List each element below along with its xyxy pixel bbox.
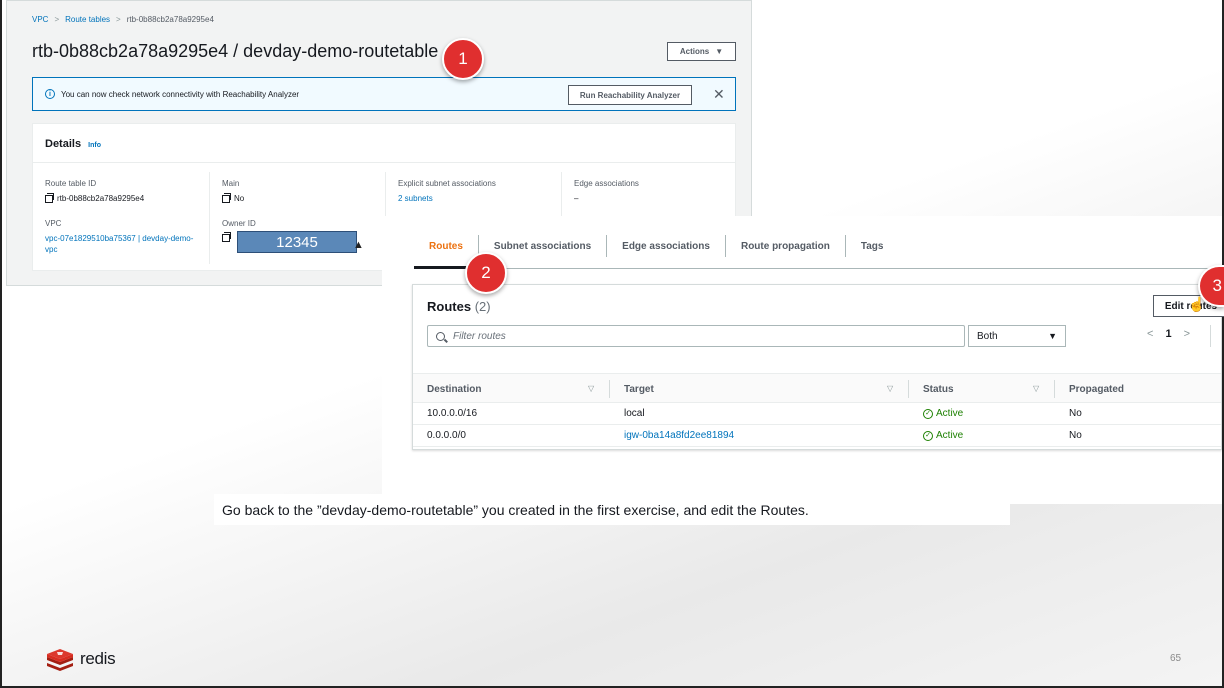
owner-id-label: Owner ID [222, 219, 256, 228]
tab-edge-associations[interactable]: Edge associations [607, 235, 726, 257]
slide-page-number: 65 [1170, 653, 1182, 664]
route-table-id-label: Route table ID [45, 179, 97, 188]
copy-icon[interactable] [222, 192, 231, 203]
banner-text: You can now check network connectivity w… [61, 89, 300, 99]
breadcrumb-route-tables[interactable]: Route tables [65, 15, 110, 24]
owner-id-redaction: 12345 [237, 231, 357, 253]
tab-routes[interactable]: Routes [414, 235, 479, 257]
actions-button[interactable]: Actions ▼ [667, 42, 736, 61]
details-header: Details Info [45, 138, 101, 150]
sort-icon[interactable]: ▽ [887, 384, 893, 393]
column-divider [908, 380, 909, 398]
check-circle-icon: ✓ [923, 430, 933, 441]
divider [33, 162, 735, 163]
filter-placeholder: Filter routes [453, 330, 506, 342]
tabs-underline [414, 268, 1222, 269]
vpc-link[interactable]: vpc-07e1829510ba75367 | devday-demo-vpc [45, 233, 195, 255]
close-icon[interactable]: ✕ [713, 86, 725, 102]
caret-down-icon: ▼ [715, 47, 724, 56]
cell-propagated: No [1069, 408, 1082, 419]
status-badge: ✓ Active [923, 430, 963, 441]
routes-count: (2) [474, 299, 491, 314]
filter-type-select[interactable]: Both ▼ [968, 325, 1066, 347]
info-icon: i [45, 89, 55, 99]
cell-propagated: No [1069, 430, 1082, 441]
routes-tab-screenshot: Routes Subnet associations Edge associat… [382, 216, 1224, 504]
sort-icon[interactable]: ▽ [588, 384, 594, 393]
route-table-id-value: rtb-0b88cb2a78a9295e4 [45, 192, 145, 203]
filter-type-value: Both [977, 330, 998, 342]
step-marker-1: 1 [442, 38, 484, 80]
routes-table-header: Destination ▽ Target ▽ Status ▽ Propagat… [413, 373, 1221, 403]
explicit-subnet-associations-label: Explicit subnet associations [398, 179, 496, 188]
filter-routes-input[interactable]: Filter routes [427, 325, 965, 347]
main-label: Main [222, 179, 240, 188]
pagination: < 1 > [1147, 328, 1190, 340]
step-marker-2: 2 [465, 252, 507, 294]
main-value-text: No [234, 194, 245, 203]
chevron-right-icon[interactable]: > [1184, 328, 1190, 340]
breadcrumb-current: rtb-0b88cb2a78a9295e4 [126, 15, 214, 24]
tab-subnet-associations[interactable]: Subnet associations [479, 235, 608, 257]
cell-target-link[interactable]: igw-0ba14a8fd2ee81894 [624, 430, 734, 441]
copy-icon[interactable] [45, 192, 54, 203]
column-divider [1054, 380, 1055, 398]
sort-icon[interactable]: ▽ [1033, 384, 1039, 393]
page-number-current[interactable]: 1 [1165, 328, 1171, 340]
breadcrumb: VPC > Route tables > rtb-0b88cb2a78a9295… [32, 15, 214, 24]
caret-down-icon: ▼ [1048, 331, 1057, 341]
cursor-icon: ▲ [353, 239, 364, 251]
explicit-subnet-associations-value[interactable]: 2 subnets [398, 193, 548, 204]
routes-title: Routes (2) [427, 299, 491, 314]
vpc-label: VPC [45, 219, 62, 228]
main-value: No [222, 192, 245, 203]
column-divider [209, 172, 210, 264]
tab-route-propagation[interactable]: Route propagation [726, 235, 846, 257]
tab-tags[interactable]: Tags [846, 235, 899, 257]
chevron-left-icon[interactable]: < [1147, 328, 1153, 340]
status-badge: ✓ Active [923, 408, 963, 419]
routes-title-text: Routes [427, 299, 472, 314]
edge-associations-label: Edge associations [574, 179, 639, 188]
details-title: Details [45, 138, 82, 150]
column-propagated[interactable]: Propagated [1069, 384, 1124, 395]
actions-label: Actions [679, 47, 710, 56]
cell-target: local [624, 408, 645, 419]
route-table-id-text: rtb-0b88cb2a78a9295e4 [57, 194, 145, 203]
status-text: Active [936, 408, 964, 419]
page-title: rtb-0b88cb2a78a9295e4 / devday-demo-rout… [32, 41, 439, 61]
info-banner: i You can now check network connectivity… [32, 77, 736, 111]
status-text: Active [936, 430, 964, 441]
edge-associations-value: – [574, 194, 579, 203]
copy-icon[interactable] [222, 232, 231, 242]
slide-caption: Go back to the ”devday-demo-routetable” … [214, 494, 1010, 525]
routes-panel: Routes (2) Edit routes Filter routes Bot… [412, 284, 1224, 450]
chevron-right-icon: > [54, 15, 60, 24]
table-row[interactable]: 10.0.0.0/16 local ✓ Active No [413, 403, 1221, 425]
breadcrumb-vpc[interactable]: VPC [32, 15, 48, 24]
column-target[interactable]: Target [624, 384, 654, 395]
chevron-right-icon: > [116, 15, 121, 24]
cell-destination: 0.0.0.0/0 [427, 430, 466, 441]
divider [1210, 325, 1211, 347]
search-icon [436, 331, 445, 341]
info-link[interactable]: Info [88, 142, 101, 149]
check-circle-icon: ✓ [923, 408, 933, 419]
column-divider [609, 380, 610, 398]
redis-logo-icon [47, 649, 73, 671]
run-reachability-analyzer-button[interactable]: Run Reachability Analyzer [568, 85, 692, 105]
redis-logo: redis [46, 647, 116, 671]
hand-cursor-icon: ☝ [1188, 296, 1206, 312]
column-status[interactable]: Status [923, 384, 954, 395]
column-destination[interactable]: Destination [427, 384, 481, 395]
owner-id-copy [222, 232, 231, 242]
table-row[interactable]: 0.0.0.0/0 igw-0ba14a8fd2ee81894 ✓ Active… [413, 425, 1221, 447]
cell-destination: 10.0.0.0/16 [427, 408, 478, 419]
redis-logo-text: redis [80, 649, 116, 668]
